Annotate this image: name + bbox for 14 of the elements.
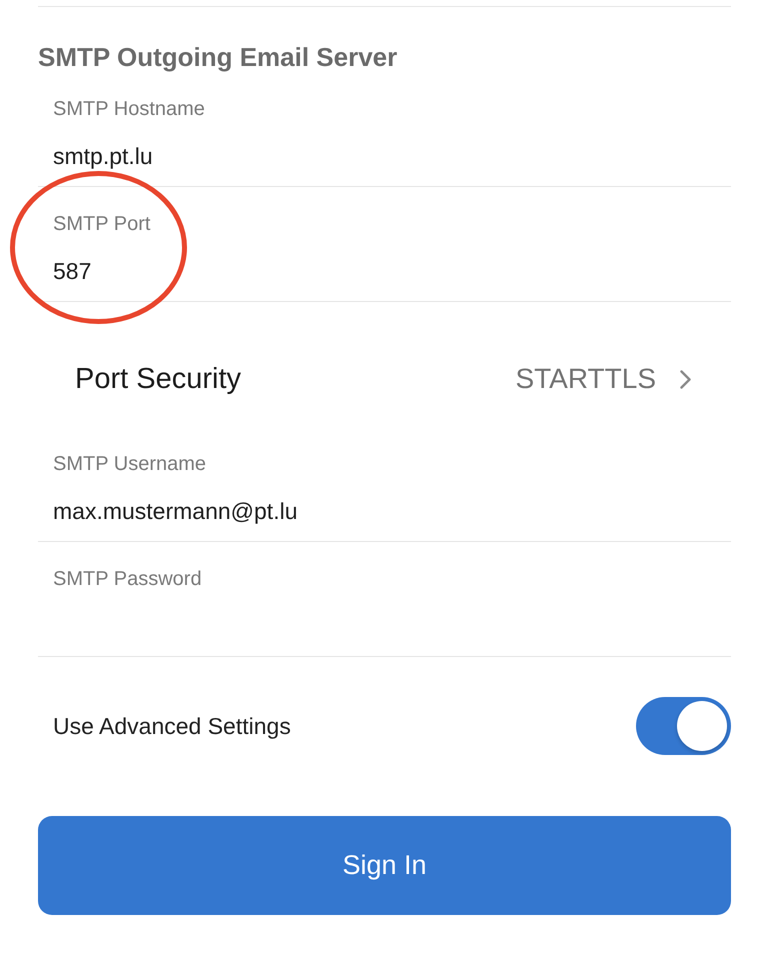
picker-value: STARTTLS (515, 362, 656, 396)
text-field[interactable]: max.mustermann@pt.lu (53, 497, 731, 525)
picker-row[interactable]: Port Security STARTTLS (38, 302, 731, 427)
field-label: SMTP Port (53, 212, 150, 236)
field-label: SMTP Password (53, 567, 202, 591)
chevron-right-icon (680, 370, 691, 389)
sign-in-button[interactable]: Sign In (38, 816, 731, 915)
picker-label: Port Security (75, 362, 241, 396)
section-heading: SMTP Outgoing Email Server (38, 41, 398, 73)
toggle-label: Use Advanced Settings (53, 712, 291, 740)
text-field[interactable]: 587 (53, 257, 731, 285)
text-field[interactable]: smtp.pt.lu (53, 142, 731, 170)
field-label: SMTP Hostname (53, 97, 205, 121)
field-label: SMTP Username (53, 452, 206, 476)
